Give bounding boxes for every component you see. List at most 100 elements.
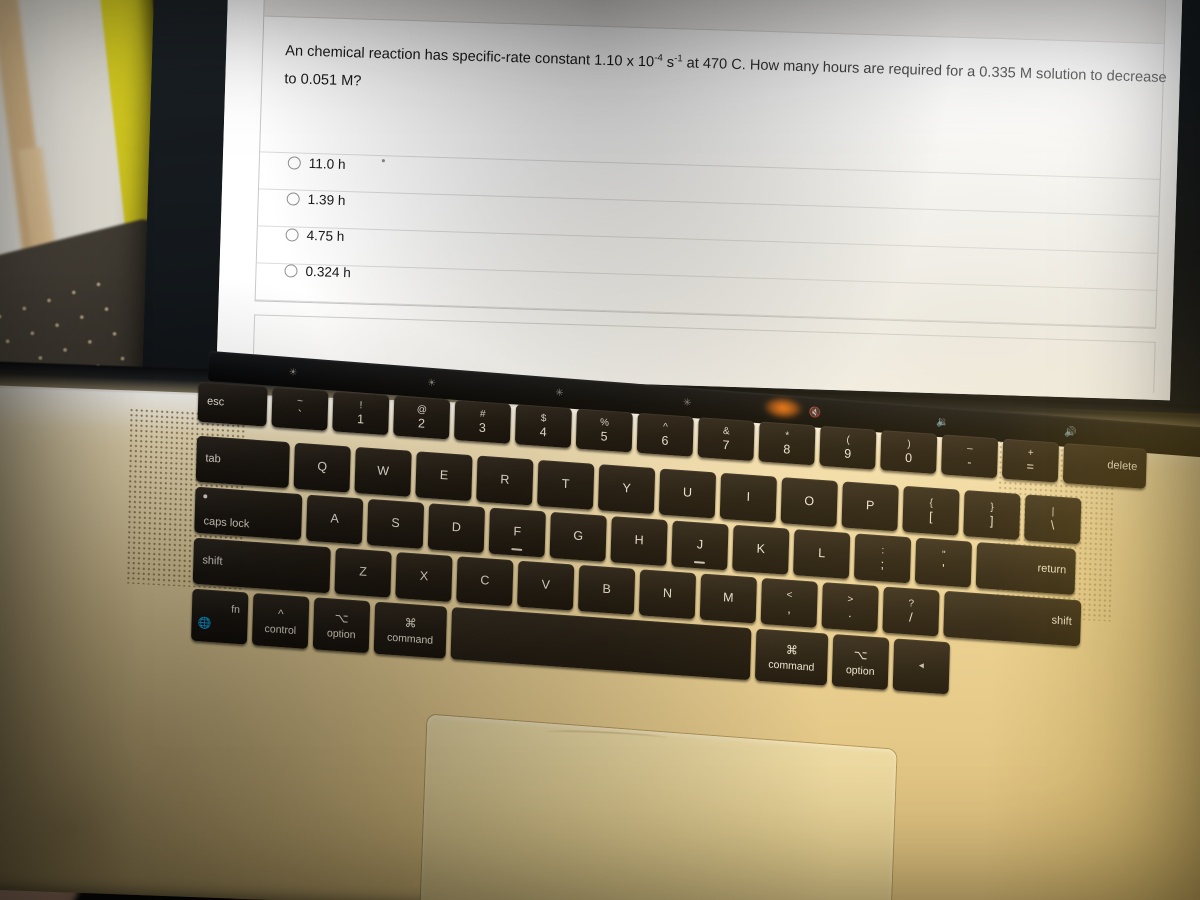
key-s[interactable]: S [366, 498, 425, 549]
key-arrow-left[interactable]: ◂ [892, 638, 951, 695]
key-v[interactable]: V [517, 560, 575, 611]
key-c[interactable]: C [456, 556, 514, 607]
key-9[interactable]: (9 [819, 425, 877, 470]
key-f[interactable]: F [488, 507, 546, 558]
key-esc[interactable]: esc [197, 381, 268, 427]
key-0[interactable]: ) 0 [880, 430, 938, 474]
key-legend-lower: [ [928, 509, 933, 524]
key-k[interactable]: K [732, 524, 790, 575]
key-legend-upper: $ [540, 413, 547, 425]
deck-shadow-left [0, 367, 150, 895]
key-e[interactable]: E [415, 451, 473, 502]
key-label: O [804, 494, 815, 509]
key-legend-upper: ^ [662, 422, 668, 434]
key-u[interactable]: U [658, 468, 717, 519]
key-g[interactable]: G [549, 511, 607, 562]
radio-button-icon[interactable] [285, 227, 299, 242]
key-symbol-glyph: ^ [277, 606, 284, 621]
key-legend-lower: ' [941, 561, 945, 576]
key-legend-upper: : [881, 545, 885, 557]
key-j[interactable]: J [671, 520, 729, 571]
key-p[interactable]: P [841, 481, 899, 532]
key-option-right[interactable]: ⌥ option [831, 634, 890, 690]
key-command-left[interactable]: ⌘ command [373, 601, 448, 659]
key-q[interactable]: Q [293, 442, 351, 493]
key-minus[interactable]: – - [941, 434, 999, 479]
key-5[interactable]: % 5 [575, 408, 633, 453]
question-card: Question 15 An chemical reaction has spe… [254, 0, 1167, 329]
radio-button-icon[interactable] [287, 155, 302, 170]
key-o[interactable]: O [780, 477, 838, 528]
key-b[interactable]: B [577, 564, 636, 615]
key-label: G [573, 528, 584, 544]
answer-option[interactable]: 4.75 h [285, 216, 352, 254]
key-l[interactable]: L [793, 529, 851, 580]
key-2[interactable]: @2 [393, 395, 451, 440]
key-4[interactable]: $4 [514, 404, 572, 449]
caps-lock-indicator-led [203, 494, 208, 499]
key-h[interactable]: H [610, 516, 668, 567]
key-label: command [386, 631, 434, 647]
globe-icon: 🌐 [197, 617, 212, 631]
key-8[interactable]: * 8 [758, 421, 816, 466]
key-tilde[interactable]: ~ ` [271, 386, 329, 431]
key-t[interactable]: T [537, 459, 595, 510]
key-label: P [865, 498, 875, 514]
answer-option[interactable]: 11.0 h [287, 144, 354, 182]
key-label: X [419, 569, 429, 584]
key-legend-lower: 2 [417, 415, 426, 431]
key-legend-upper: – [966, 443, 973, 455]
key-slash[interactable]: ? / [882, 586, 940, 637]
key-label: control [264, 622, 297, 637]
exponent-minus-four: -4 [654, 52, 663, 64]
key-legend-upper: # [479, 409, 486, 421]
key-legend-lower: - [967, 454, 972, 470]
key-label: esc [206, 395, 225, 409]
key-tab[interactable]: tab [195, 435, 290, 489]
key-i[interactable]: I [719, 472, 777, 523]
key-w[interactable]: W [354, 446, 412, 497]
key-shift-left[interactable]: shift [192, 537, 331, 594]
key-z[interactable]: Z [334, 547, 392, 598]
key-label: H [634, 533, 644, 548]
answer-option[interactable]: 1.39 h [286, 180, 353, 218]
key-comma[interactable]: <, [760, 577, 818, 628]
radio-button-icon[interactable] [284, 263, 298, 278]
key-label: V [541, 577, 551, 593]
key-a[interactable]: A [306, 494, 364, 545]
key-period[interactable]: >. [821, 582, 879, 633]
deck-warm-shadow-right [980, 406, 1200, 900]
key-fn[interactable]: fn 🌐 [191, 588, 249, 645]
key-quote[interactable]: " ' [914, 537, 973, 588]
key-legend-upper: & [722, 426, 730, 438]
key-n[interactable]: N [638, 569, 697, 620]
key-bracket-left[interactable]: {[ [902, 485, 960, 536]
key-x[interactable]: X [395, 552, 453, 602]
key-legend-upper: } [990, 502, 994, 514]
key-legend-lower: , [787, 601, 792, 616]
key-control[interactable]: ^ control [251, 592, 310, 649]
key-legend-lower: 5 [600, 428, 608, 444]
key-label: tab [205, 452, 221, 466]
radio-button-icon[interactable] [286, 191, 300, 206]
trackpad[interactable] [419, 714, 897, 900]
answer-option[interactable]: 0.324 h [284, 252, 351, 290]
key-semicolon[interactable]: :; [853, 533, 912, 584]
key-command-right[interactable]: ⌘ command [754, 628, 829, 686]
key-6[interactable]: ^ 6 [636, 412, 694, 457]
key-3[interactable]: #3 [454, 399, 512, 444]
key-m[interactable]: M [699, 573, 757, 624]
key-label: shift [202, 554, 223, 568]
key-d[interactable]: D [427, 503, 486, 554]
key-label: T [561, 477, 570, 492]
question-title: Question 15 [283, 0, 393, 5]
key-symbol-glyph: ⌥ [853, 647, 868, 663]
key-1[interactable]: ! 1 [332, 391, 390, 436]
key-y[interactable]: Y [597, 464, 656, 515]
key-label: R [500, 472, 510, 488]
key-label: fn [231, 603, 241, 617]
key-r[interactable]: R [476, 455, 534, 506]
key-option-left[interactable]: ⌥ option [312, 597, 371, 654]
key-7[interactable]: & 7 [697, 417, 755, 462]
key-caps-lock[interactable]: caps lock [194, 486, 303, 541]
